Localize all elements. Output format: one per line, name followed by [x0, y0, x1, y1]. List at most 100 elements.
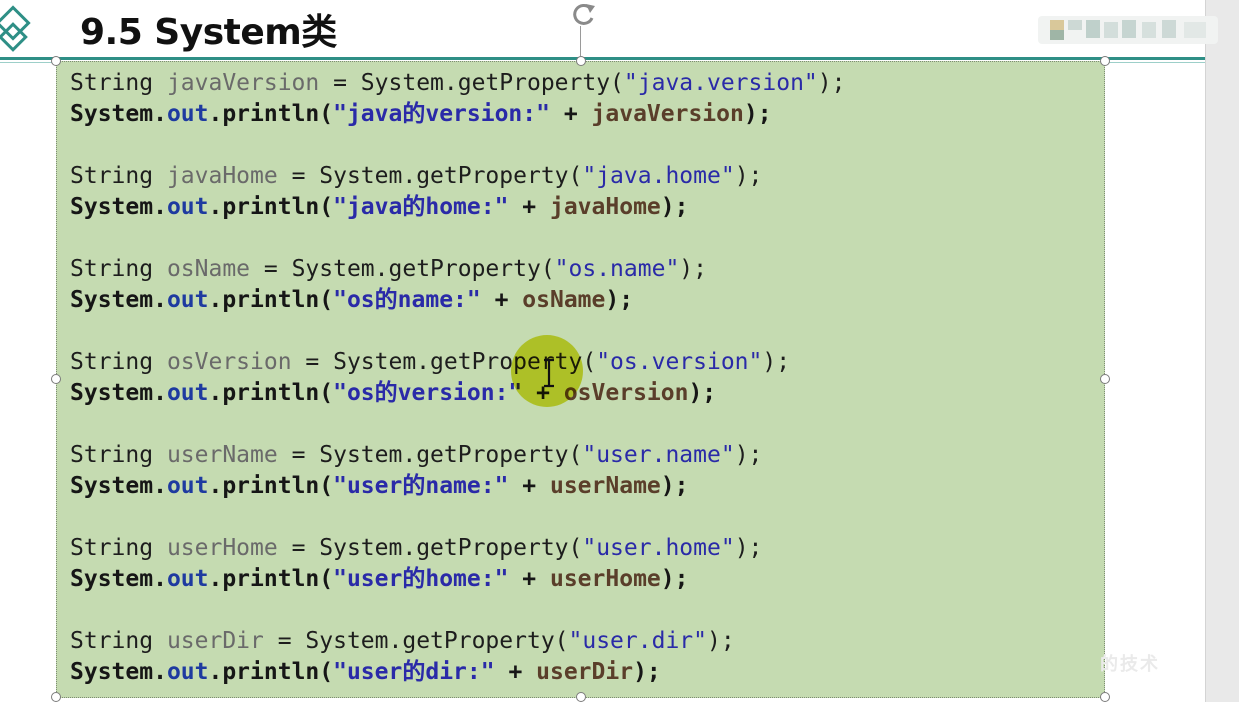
code-line-print: System.out.println("user的dir:" + userDir… — [70, 657, 845, 688]
code-print-variable: userName — [549, 473, 661, 499]
code-type: String — [70, 628, 167, 654]
code-system: System. — [70, 380, 167, 406]
code-system: System. — [70, 566, 167, 592]
resize-handle-bottom-middle[interactable] — [576, 692, 586, 702]
blurred-thumbnail — [1038, 16, 1218, 44]
code-type: String — [70, 163, 167, 189]
code-print-variable: javaHome — [549, 194, 661, 220]
code-string: "user.name" — [582, 442, 735, 468]
code-string: "user.dir" — [568, 628, 707, 654]
resize-handle-top-middle[interactable] — [576, 56, 586, 66]
resize-handle-bottom-right[interactable] — [1100, 692, 1110, 702]
code-out: out — [166, 380, 209, 406]
code-variable: osName — [166, 256, 251, 282]
code-label-string: "java的home:" — [333, 194, 509, 220]
code-concat: + — [508, 194, 550, 220]
code-out: out — [166, 473, 209, 499]
code-label-string: "user的home:" — [333, 566, 509, 592]
resize-handle-middle-right[interactable] — [1100, 374, 1110, 384]
code-print-variable: userHome — [549, 566, 661, 592]
code-variable: javaHome — [166, 163, 278, 189]
code-concat: + — [508, 473, 550, 499]
code-string: "user.home" — [582, 535, 735, 561]
diamond-logo-icon — [0, 5, 31, 52]
code-punct: ); — [660, 194, 689, 220]
code-type: String — [70, 256, 167, 282]
code-call: = System.getProperty( — [250, 256, 555, 282]
code-punct: ); — [762, 349, 791, 375]
watermark: 的技术 — [1100, 654, 1160, 675]
code-out: out — [166, 287, 209, 313]
code-label-string: "java的version:" — [333, 101, 550, 127]
code-variable: userDir — [166, 628, 264, 654]
code-punct: ); — [817, 70, 846, 96]
code-system: System. — [70, 194, 167, 220]
code-variable: userName — [166, 442, 278, 468]
code-out: out — [166, 101, 209, 127]
code-string: "os.name" — [554, 256, 680, 282]
text-cursor-icon — [544, 358, 554, 388]
code-punct: ); — [734, 442, 763, 468]
code-label-string: "user的name:" — [333, 473, 509, 499]
code-punct: ); — [688, 380, 717, 406]
code-line-print: System.out.println("user的home:" + userHo… — [70, 564, 845, 595]
code-punct: ); — [743, 101, 772, 127]
code-line-declaration: String userName = System.getProperty("us… — [70, 440, 845, 471]
code-system: System. — [70, 287, 167, 313]
code-string: "java.home" — [582, 163, 735, 189]
resize-handle-bottom-left[interactable] — [51, 692, 61, 702]
code-type: String — [70, 70, 167, 96]
resize-handle-middle-left[interactable] — [51, 374, 61, 384]
title-rule — [0, 57, 1205, 60]
code-print-variable: osVersion — [563, 380, 689, 406]
code-out: out — [166, 566, 209, 592]
rotate-stem — [580, 26, 581, 56]
code-type: String — [70, 442, 167, 468]
code-listing: String javaVersion = System.getProperty(… — [70, 68, 845, 688]
code-println: .println( — [208, 659, 334, 685]
code-call: = System.getProperty( — [277, 535, 583, 561]
code-print-variable: javaVersion — [591, 101, 744, 127]
code-line-print: System.out.println("java的home:" + javaHo… — [70, 192, 845, 223]
code-label-string: "os的version:" — [333, 380, 523, 406]
code-print-variable: userDir — [536, 659, 634, 685]
code-label-string: "os的name:" — [333, 287, 481, 313]
code-line-print: System.out.println("user的name:" + userNa… — [70, 471, 845, 502]
code-out: out — [166, 194, 209, 220]
code-println: .println( — [208, 101, 334, 127]
resize-handle-top-left[interactable] — [51, 56, 61, 66]
code-call: = System.getProperty( — [277, 442, 583, 468]
code-type: String — [70, 535, 167, 561]
code-concat: + — [508, 566, 550, 592]
code-println: .println( — [208, 380, 334, 406]
code-line-declaration: String javaHome = System.getProperty("ja… — [70, 161, 845, 192]
code-println: .println( — [208, 566, 334, 592]
code-label-string: "user的dir:" — [333, 659, 495, 685]
code-call: = System.getProperty( — [263, 628, 569, 654]
code-println: .println( — [208, 194, 334, 220]
code-punct: ); — [605, 287, 634, 313]
code-system: System. — [70, 101, 167, 127]
slide-title: 9.5 System类 — [80, 12, 337, 53]
code-system: System. — [70, 659, 167, 685]
code-line-declaration: String javaVersion = System.getProperty(… — [70, 68, 845, 99]
code-line-print: System.out.println("java的version:" + jav… — [70, 99, 845, 130]
code-line-print: System.out.println("os的version:" + osVer… — [70, 378, 845, 409]
code-punct: ); — [734, 163, 763, 189]
code-concat: + — [480, 287, 523, 313]
code-call: = System.getProperty( — [277, 163, 583, 189]
code-punct: ); — [660, 473, 689, 499]
window-right-edge — [1205, 0, 1239, 702]
code-println: .println( — [208, 473, 334, 499]
code-string: "os.version" — [596, 349, 763, 375]
rotate-handle-icon[interactable] — [568, 0, 600, 28]
resize-handle-top-right[interactable] — [1100, 56, 1110, 66]
code-line-print: System.out.println("os的name:" + osName); — [70, 285, 845, 316]
code-variable: userHome — [166, 535, 278, 561]
